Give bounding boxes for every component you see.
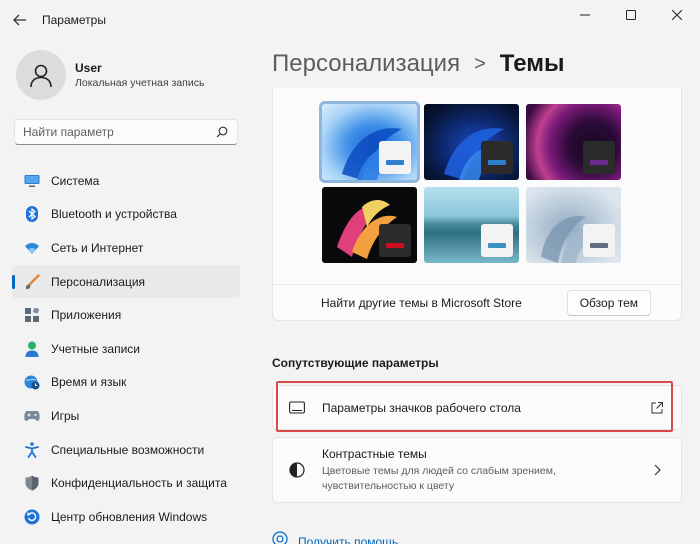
maximize-icon [626, 10, 636, 20]
sidebar-item-network[interactable]: Сеть и Интернет [12, 231, 240, 265]
chevron-right-icon [649, 462, 665, 478]
theme-badge [583, 141, 615, 174]
theme-tile[interactable] [424, 187, 519, 263]
arrow-left-icon [13, 14, 26, 26]
theme-tile[interactable] [526, 104, 621, 180]
apps-icon [24, 307, 40, 323]
minimize-button[interactable] [562, 0, 608, 30]
store-themes-text: Найти другие темы в Microsoft Store [321, 296, 522, 310]
shield-icon [24, 475, 40, 491]
sidebar-item-label: Конфиденциальность и защита [51, 476, 227, 491]
main-content: Персонализация > Темы Найти другие темы … [252, 40, 700, 544]
sidebar-item-label: Специальные возможности [51, 442, 205, 457]
sidebar-nav: Система Bluetooth и устройства Сеть и Ин… [12, 164, 240, 534]
search-placeholder: Найти параметр [23, 125, 114, 139]
theme-badge [481, 141, 513, 174]
store-themes-row: Найти другие темы в Microsoft Store Обзо… [273, 284, 681, 321]
app-title: Параметры [42, 13, 106, 27]
browse-themes-button[interactable]: Обзор тем [566, 290, 651, 316]
bluetooth-icon [24, 206, 40, 223]
sidebar-item-label: Игры [51, 408, 80, 423]
accessibility-icon [24, 441, 40, 458]
section-title: Сопутствующие параметры [272, 356, 439, 370]
row-title: Параметры значков рабочего стола [322, 400, 521, 415]
maximize-button[interactable] [608, 0, 654, 30]
window-controls [562, 0, 700, 32]
desktop-icon-settings-row[interactable]: Параметры значков рабочего стола [272, 385, 682, 430]
sidebar-item-privacy[interactable]: Конфиденциальность и защита [12, 466, 240, 500]
sidebar-item-windows-update[interactable]: Центр обновления Windows [12, 500, 240, 534]
person-icon [30, 64, 52, 88]
sidebar-item-apps[interactable]: Приложения [12, 298, 240, 332]
theme-tile[interactable] [424, 104, 519, 180]
theme-tile[interactable] [526, 187, 621, 263]
sidebar-item-bluetooth[interactable]: Bluetooth и устройства [12, 198, 240, 232]
sidebar-item-label: Центр обновления Windows [51, 509, 208, 524]
sidebar-item-personalization[interactable]: Персонализация [12, 264, 240, 299]
gamepad-icon [24, 408, 40, 424]
breadcrumb-parent[interactable]: Персонализация [272, 50, 460, 78]
title-bar: Параметры [0, 0, 700, 40]
minimize-icon [580, 14, 590, 16]
theme-badge [379, 141, 411, 174]
person-icon [24, 341, 40, 357]
globe-clock-icon [24, 374, 40, 390]
wifi-icon [24, 240, 40, 256]
sidebar-item-label: Время и язык [51, 375, 127, 390]
row-title: Контрастные темы [322, 447, 427, 461]
sidebar-item-label: Сеть и Интернет [51, 240, 144, 255]
user-profile[interactable]: User Локальная учетная запись [16, 50, 204, 100]
desktop-icon [287, 398, 307, 418]
themes-card: Найти другие темы в Microsoft Store Обзо… [272, 88, 682, 321]
sidebar: User Локальная учетная запись Найти пара… [0, 40, 252, 544]
breadcrumb-separator: > [474, 52, 486, 75]
external-link-icon [649, 400, 665, 416]
row-description: Цветовые темы для людей со слабым зрение… [322, 465, 556, 492]
sidebar-item-accounts[interactable]: Учетные записи [12, 332, 240, 366]
contrast-icon [287, 460, 307, 480]
page-title: Темы [499, 50, 565, 77]
sidebar-item-system[interactable]: Система [12, 164, 240, 198]
monitor-icon [24, 173, 40, 189]
search-icon[interactable] [215, 125, 229, 139]
brush-icon [24, 273, 40, 290]
contrast-themes-row[interactable]: Контрастные темы Цветовые темы для людей… [272, 437, 682, 503]
theme-tile[interactable] [322, 187, 417, 263]
close-button[interactable] [654, 0, 700, 30]
sidebar-item-label: Учетные записи [51, 341, 140, 356]
sidebar-item-time-language[interactable]: Время и язык [12, 366, 240, 400]
search-input[interactable]: Найти параметр [14, 119, 238, 145]
help-icon [272, 531, 288, 544]
theme-badge [481, 224, 513, 257]
get-help-link[interactable]: Получить помощь [272, 531, 398, 544]
account-type: Локальная учетная запись [75, 76, 205, 89]
sidebar-item-label: Приложения [51, 308, 122, 323]
profile-name: User [75, 60, 102, 75]
theme-tile[interactable] [319, 101, 420, 183]
sidebar-item-label: Персонализация [51, 274, 146, 289]
help-label: Получить помощь [298, 534, 399, 544]
sidebar-item-label: Bluetooth и устройства [51, 207, 177, 222]
close-icon [672, 10, 682, 20]
theme-badge [583, 224, 615, 257]
sidebar-item-label: Система [51, 173, 100, 188]
avatar [16, 50, 66, 100]
sidebar-item-accessibility[interactable]: Специальные возможности [12, 433, 240, 467]
sidebar-item-gaming[interactable]: Игры [12, 399, 240, 433]
theme-badge [379, 224, 411, 257]
back-button[interactable] [0, 0, 40, 40]
update-icon [24, 509, 40, 525]
breadcrumb: Персонализация > Темы [272, 50, 565, 78]
